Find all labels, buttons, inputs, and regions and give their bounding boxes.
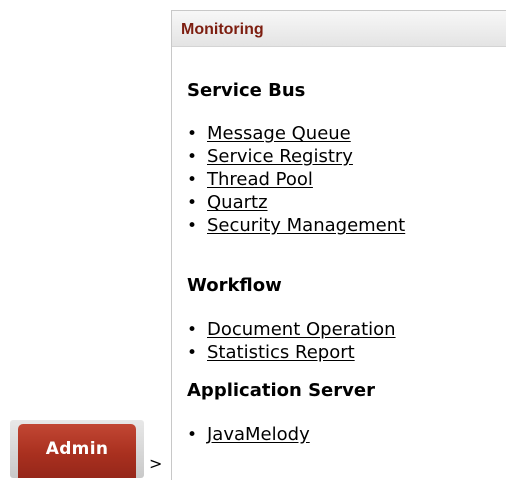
link-security-management[interactable]: Security Management xyxy=(207,215,405,236)
bullet-icon: • xyxy=(187,216,198,236)
bullet-icon: • xyxy=(187,425,198,445)
bullet-icon: • xyxy=(187,147,198,167)
breadcrumb-separator: > xyxy=(149,454,163,473)
link-message-queue[interactable]: Message Queue xyxy=(207,123,351,144)
bullet-icon: • xyxy=(187,343,198,363)
list-item: • Message Queue xyxy=(187,122,405,145)
link-statistics-report[interactable]: Statistics Report xyxy=(207,342,355,363)
section-heading-service-bus: Service Bus xyxy=(187,80,306,101)
application-server-links: • JavaMelody xyxy=(187,423,310,446)
section-heading-workflow: Workflow xyxy=(187,275,282,296)
list-item: • Quartz xyxy=(187,191,405,214)
list-item: • Service Registry xyxy=(187,145,405,168)
link-thread-pool[interactable]: Thread Pool xyxy=(207,169,313,190)
panel-header: Monitoring xyxy=(172,11,506,47)
list-item: • Security Management xyxy=(187,214,405,237)
section-heading-application-server: Application Server xyxy=(187,380,375,401)
list-item: • JavaMelody xyxy=(187,423,310,446)
bullet-icon: • xyxy=(187,193,198,213)
bullet-icon: • xyxy=(187,170,198,190)
workflow-links: • Document Operation • Statistics Report xyxy=(187,318,396,364)
link-javamelody[interactable]: JavaMelody xyxy=(207,424,310,445)
service-bus-links: • Message Queue • Service Registry • Thread… xyxy=(187,122,405,237)
bullet-icon: • xyxy=(187,320,198,340)
list-item: • Statistics Report xyxy=(187,341,396,364)
monitoring-panel: Monitoring Service Bus • Message Queue • S… xyxy=(171,10,506,480)
list-item: • Thread Pool xyxy=(187,168,405,191)
link-quartz[interactable]: Quartz xyxy=(207,192,268,213)
panel-title: Monitoring xyxy=(181,21,264,38)
admin-tab[interactable]: Admin xyxy=(10,420,144,478)
admin-tab-label[interactable]: Admin xyxy=(18,424,136,478)
link-document-operation[interactable]: Document Operation xyxy=(207,319,396,340)
list-item: • Document Operation xyxy=(187,318,396,341)
link-service-registry[interactable]: Service Registry xyxy=(207,146,353,167)
bullet-icon: • xyxy=(187,124,198,144)
